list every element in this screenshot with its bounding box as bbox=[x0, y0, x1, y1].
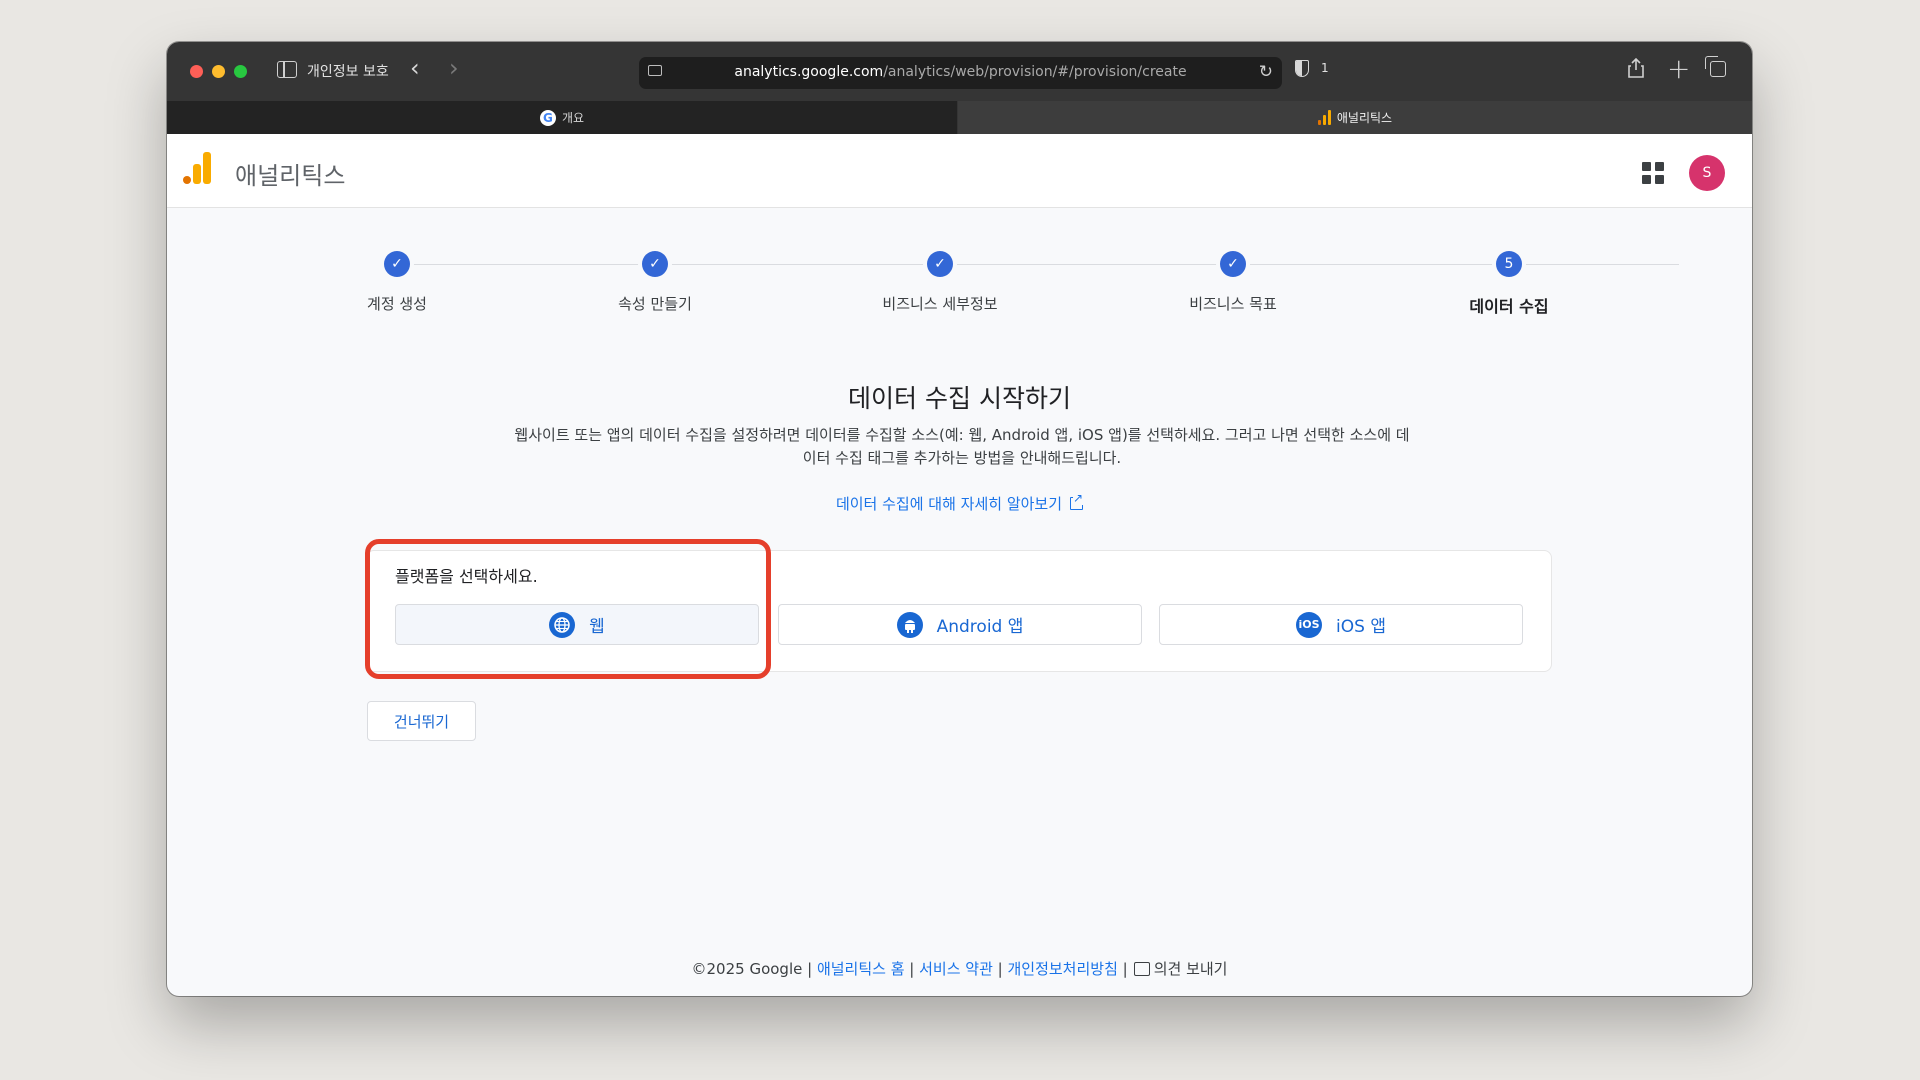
platform-label: Android 앱 bbox=[936, 617, 1024, 637]
address-bar[interactable]: analytics.google.com/analytics/web/provi… bbox=[639, 57, 1282, 89]
step-label: 비즈니스 목표 bbox=[1189, 295, 1277, 313]
description-line: 이터 수집 태그를 추가하는 방법을 안내해드립니다. bbox=[802, 449, 1122, 467]
url-path: /analytics/web/provision/#/provision/cre… bbox=[883, 64, 1187, 80]
analytics-icon bbox=[1317, 110, 1331, 125]
description-line: 웹사이트 또는 앱의 데이터 수집을 설정하려면 데이터를 수집할 소스(예: … bbox=[514, 426, 1410, 444]
back-arrow-icon[interactable]: ‹ bbox=[410, 56, 420, 80]
step-label: 비즈니스 세부정보 bbox=[882, 295, 998, 313]
share-icon[interactable] bbox=[1628, 58, 1644, 78]
google-icon: G bbox=[539, 109, 556, 126]
tab-label: 애널리틱스 bbox=[1336, 111, 1393, 125]
page-description: 웹사이트 또는 앱의 데이터 수집을 설정하려면 데이터를 수집할 소스(예: … bbox=[507, 424, 1417, 470]
tab-analytics[interactable]: 애널리틱스 bbox=[958, 101, 1752, 134]
footer-link-privacy[interactable]: 개인정보처리방침 bbox=[1007, 960, 1117, 978]
skip-button[interactable]: 건너뛰기 bbox=[367, 701, 476, 741]
step-business-objectives: ✓ 비즈니스 목표 bbox=[1133, 251, 1333, 314]
learn-more-text: 데이터 수집에 대해 자세히 알아보기 bbox=[835, 495, 1063, 513]
step-label: 데이터 수집 bbox=[1469, 297, 1549, 316]
sidebar-toggle-icon[interactable] bbox=[277, 61, 297, 78]
step-create-account: ✓ 계정 생성 bbox=[297, 251, 497, 314]
page-title: 데이터 수집 시작하기 bbox=[848, 384, 1071, 413]
step-number: 5 bbox=[1496, 251, 1522, 277]
title-bar: 개인정보 보호 ‹ › analytics.google.com/analyti… bbox=[167, 42, 1752, 101]
zoom-window-button[interactable] bbox=[234, 65, 247, 78]
reload-icon[interactable]: ↻ bbox=[1259, 62, 1273, 82]
url-text[interactable]: analytics.google.com/analytics/web/provi… bbox=[639, 64, 1282, 80]
tab-overview-icon[interactable] bbox=[1705, 56, 1726, 77]
feedback-icon[interactable] bbox=[1133, 962, 1150, 976]
analytics-logo-icon[interactable] bbox=[183, 152, 213, 184]
forward-arrow-icon[interactable]: › bbox=[449, 56, 459, 80]
highlight-box bbox=[365, 539, 771, 679]
tab-overview[interactable]: G 개요 bbox=[167, 101, 957, 134]
footer: ©2025 Google | 애널리틱스 홈 | 서비스 약관 | 개인정보처리… bbox=[691, 960, 1228, 978]
step-data-collection: 5 데이터 수집 bbox=[1409, 251, 1609, 317]
apps-grid-icon[interactable] bbox=[1642, 162, 1664, 184]
step-business-details: ✓ 비즈니스 세부정보 bbox=[840, 251, 1040, 314]
footer-link-analytics-home[interactable]: 애널리틱스 홈 bbox=[817, 960, 905, 978]
android-platform-button[interactable]: Android 앱 bbox=[778, 604, 1142, 645]
check-icon: ✓ bbox=[1220, 251, 1246, 277]
android-icon bbox=[896, 611, 923, 638]
tab-strip: G 개요 애널리틱스 bbox=[167, 101, 1752, 134]
new-tab-plus-icon[interactable]: + bbox=[1667, 52, 1690, 85]
step-label: 속성 만들기 bbox=[618, 295, 692, 313]
close-window-button[interactable] bbox=[190, 65, 203, 78]
privacy-shield-icon[interactable] bbox=[1295, 60, 1309, 77]
ios-icon: iOS bbox=[1296, 611, 1323, 638]
step-create-property: ✓ 속성 만들기 bbox=[555, 251, 755, 314]
check-icon: ✓ bbox=[927, 251, 953, 277]
step-label: 계정 생성 bbox=[367, 295, 427, 313]
tab-label: 개요 bbox=[561, 111, 585, 125]
private-browsing-label[interactable]: 개인정보 보호 bbox=[307, 61, 389, 81]
footer-link-terms[interactable]: 서비스 약관 bbox=[919, 960, 993, 978]
external-link-icon bbox=[1070, 491, 1084, 510]
avatar[interactable]: S bbox=[1689, 155, 1725, 191]
minimize-window-button[interactable] bbox=[212, 65, 225, 78]
tracker-count: 1 bbox=[1321, 61, 1329, 75]
ios-platform-button[interactable]: iOS iOS 앱 bbox=[1159, 604, 1523, 645]
platform-label: iOS 앱 bbox=[1336, 617, 1386, 637]
learn-more-link[interactable]: 데이터 수집에 대해 자세히 알아보기 bbox=[167, 491, 1752, 514]
app-header: 애널리틱스 S bbox=[167, 134, 1752, 208]
browser-window: 개인정보 보호 ‹ › analytics.google.com/analyti… bbox=[167, 42, 1752, 996]
copyright: ©2025 Google bbox=[691, 960, 803, 978]
check-icon: ✓ bbox=[384, 251, 410, 277]
feedback-link[interactable]: 의견 보내기 bbox=[1154, 960, 1228, 978]
app-title[interactable]: 애널리틱스 bbox=[235, 156, 345, 191]
check-icon: ✓ bbox=[642, 251, 668, 277]
url-host: analytics.google.com bbox=[734, 64, 884, 80]
